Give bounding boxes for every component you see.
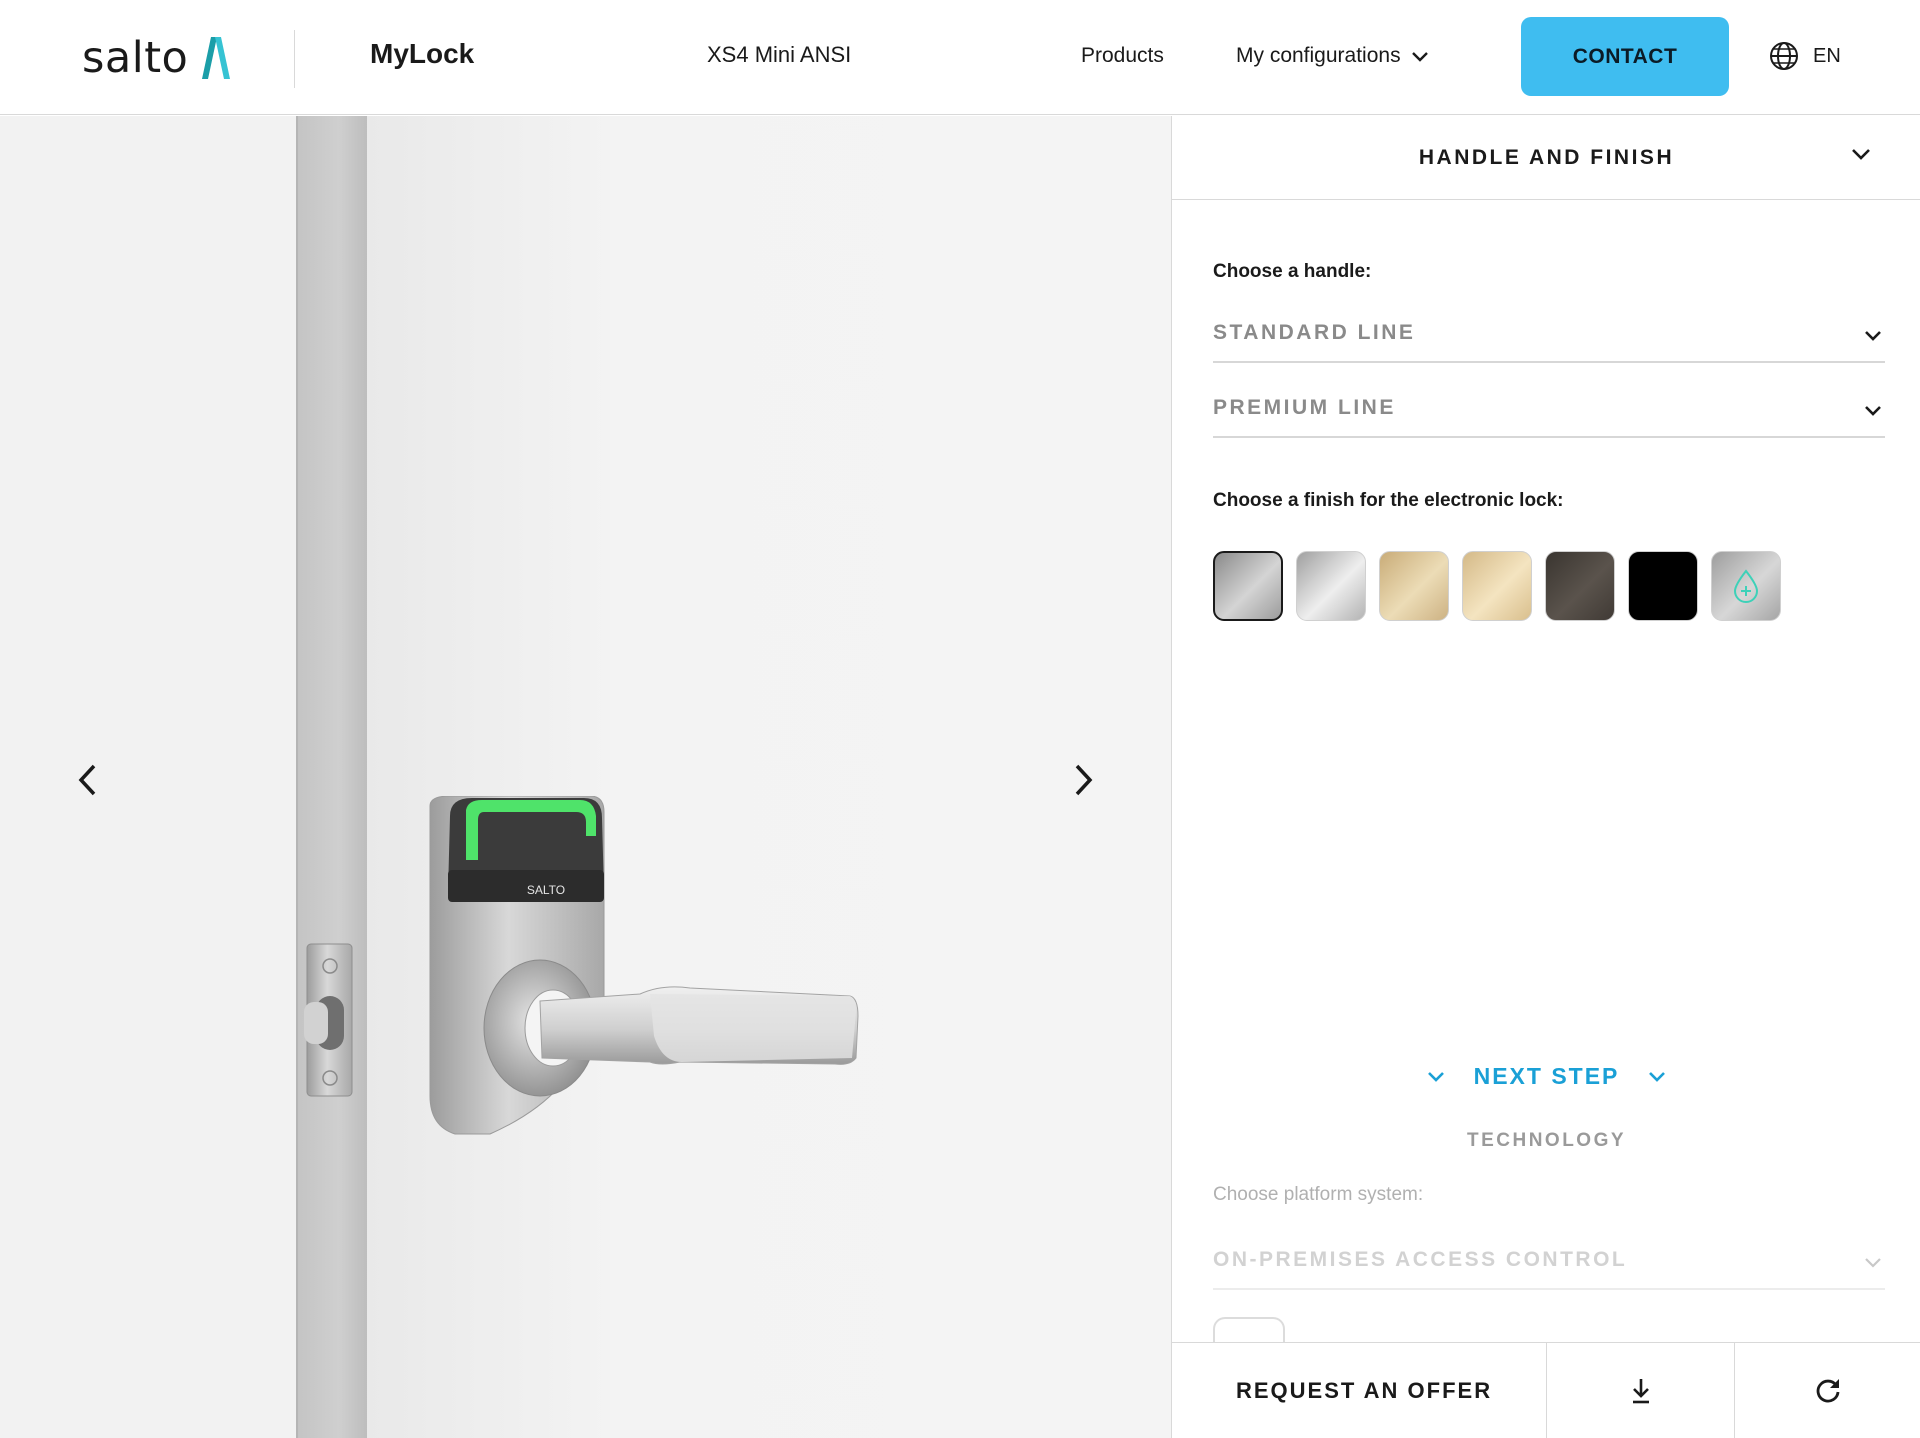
chevron-right-icon — [1075, 764, 1093, 796]
language-selector[interactable]: EN — [1769, 41, 1841, 71]
reset-button[interactable] — [1735, 1343, 1920, 1438]
configuration-panel: HANDLE AND FINISH Choose a handle: STAND… — [1171, 116, 1920, 1438]
app-title[interactable]: MyLock — [370, 38, 474, 70]
chevron-down-icon — [1865, 1258, 1881, 1268]
finish-swatch-polished-brass[interactable] — [1462, 551, 1532, 621]
finish-swatches — [1213, 551, 1781, 621]
finish-swatch-polished-chrome[interactable] — [1296, 551, 1366, 621]
product-title: XS4 Mini ANSI — [707, 42, 852, 67]
logo-text: salto — [82, 33, 189, 83]
next-step-button[interactable]: NEXT STEP — [1172, 1063, 1920, 1090]
next-view-button[interactable] — [1058, 755, 1108, 805]
dropdown-premium-line[interactable]: PREMIUM LINE — [1213, 384, 1885, 438]
chevron-down-icon — [1865, 406, 1881, 416]
door-surface — [367, 116, 1171, 1438]
bottom-action-bar: REQUEST AN OFFER — [1172, 1342, 1920, 1438]
finish-swatch-black[interactable] — [1628, 551, 1698, 621]
language-code: EN — [1813, 44, 1841, 67]
platform-label: Choose platform system: — [1213, 1184, 1424, 1205]
chevron-down-icon — [1865, 331, 1881, 341]
section-title: HANDLE AND FINISH — [1418, 146, 1675, 169]
lock-brand-label: SALTO — [527, 883, 565, 897]
finish-swatch-antimicrobial[interactable] — [1711, 551, 1781, 621]
chevron-down-icon — [1852, 149, 1870, 160]
finish-label: Choose a finish for the electronic lock: — [1213, 490, 1564, 511]
dropdown-label: ON-PREMISES ACCESS CONTROL — [1213, 1248, 1628, 1271]
lock-render-image: SALTO — [304, 796, 859, 1135]
finish-swatch-satin-stainless[interactable] — [1213, 551, 1283, 621]
contact-button[interactable]: CONTACT — [1521, 17, 1729, 96]
dropdown-label: STANDARD LINE — [1213, 321, 1416, 344]
salto-mark-icon — [202, 37, 231, 79]
previous-view-button[interactable] — [63, 755, 113, 805]
dropdown-standard-line[interactable]: STANDARD LINE — [1213, 309, 1885, 363]
finish-swatch-satin-brass[interactable] — [1379, 551, 1449, 621]
finish-swatch-dark-bronze[interactable] — [1545, 551, 1615, 621]
nav-products-link[interactable]: Products — [1081, 44, 1164, 68]
door-frame-edge — [296, 116, 298, 1438]
globe-icon — [1770, 42, 1798, 70]
reset-icon — [1816, 1378, 1840, 1402]
chevron-left-icon — [78, 764, 96, 796]
download-button[interactable] — [1547, 1343, 1735, 1438]
download-icon — [1632, 1378, 1649, 1403]
salto-logo[interactable]: salto — [82, 30, 231, 86]
request-offer-button[interactable]: REQUEST AN OFFER — [1172, 1343, 1547, 1438]
header-divider — [294, 30, 295, 88]
dropdown-platform-system[interactable]: ON-PREMISES ACCESS CONTROL — [1213, 1236, 1885, 1290]
nav-my-configurations[interactable]: My configurations — [1236, 44, 1429, 68]
product-viewer: SALTO — [0, 116, 1171, 1438]
section-header-handle-finish[interactable]: HANDLE AND FINISH — [1172, 116, 1920, 200]
dropdown-label: PREMIUM LINE — [1213, 396, 1396, 419]
next-step-label: NEXT STEP — [1473, 1063, 1620, 1089]
nav-my-configurations-label: My configurations — [1236, 44, 1401, 67]
next-step-title: TECHNOLOGY — [1466, 1130, 1627, 1151]
handle-label: Choose a handle: — [1213, 261, 1372, 282]
chevron-down-icon — [1427, 1072, 1444, 1082]
chevron-down-icon — [1649, 1072, 1666, 1082]
door-frame — [297, 116, 367, 1438]
drop-plus-icon — [1733, 569, 1759, 603]
chevron-down-icon — [1411, 52, 1428, 62]
top-header: salto MyLock XS4 Mini ANSI Products My c… — [0, 0, 1920, 115]
